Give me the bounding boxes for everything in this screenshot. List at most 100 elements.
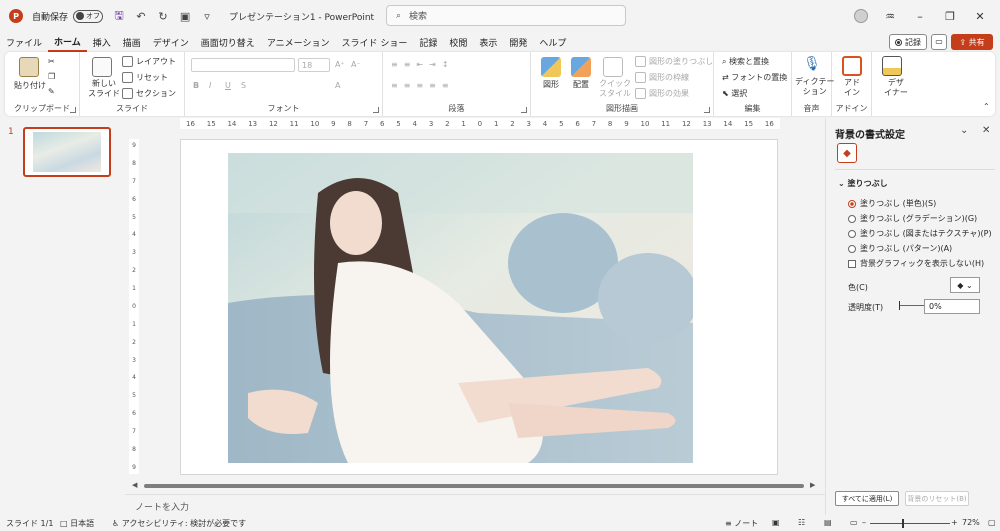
restore-icon[interactable]: ❐	[935, 10, 965, 23]
fill-pattern-option[interactable]: 塗りつぶし (パターン)(A)	[848, 243, 952, 254]
paragraph-launcher-icon[interactable]	[521, 107, 527, 113]
shape-fill-button[interactable]: 図形の塗りつぶし	[635, 56, 713, 67]
radio-gradient[interactable]	[848, 214, 856, 223]
apply-all-button[interactable]: すべてに適用(L)	[835, 491, 899, 506]
redo-icon[interactable]: ↻	[157, 10, 169, 23]
fit-slide-icon[interactable]: ▢	[988, 518, 996, 527]
tab-insert[interactable]: 挿入	[87, 32, 117, 52]
reset-background-button[interactable]: 背景のリセット(B)	[905, 491, 969, 506]
microphone-icon[interactable]: 🎙	[802, 56, 822, 76]
new-slide-button[interactable]: 新しい スライド	[88, 79, 120, 99]
replace-font-button[interactable]: ⇄ フォントの置換	[722, 72, 787, 83]
cut-icon[interactable]: ✂	[48, 57, 55, 66]
scroll-right-icon[interactable]: ▶	[810, 481, 815, 489]
tab-file[interactable]: ファイル	[0, 32, 48, 52]
radio-pattern[interactable]	[848, 244, 856, 253]
shrink-font-icon[interactable]: A⁻	[351, 60, 361, 69]
language-indicator[interactable]: □ 日本語	[60, 518, 94, 529]
zoom-level[interactable]: 72%	[962, 518, 980, 527]
font-name-combo[interactable]	[191, 58, 295, 72]
shape-effects-button[interactable]: 図形の効果	[635, 88, 689, 99]
scroll-thumb[interactable]	[144, 484, 804, 488]
fill-picture-option[interactable]: 塗りつぶし (図またはテクスチャ)(P)	[848, 228, 992, 239]
bold-button[interactable]: B	[193, 81, 199, 90]
strikethrough-button[interactable]: S	[241, 81, 246, 90]
sorter-view-icon[interactable]: ☷	[798, 518, 805, 527]
copy-icon[interactable]: ❐	[48, 72, 55, 81]
undo-icon[interactable]: ↶	[135, 10, 147, 23]
slide-canvas[interactable]	[180, 139, 778, 475]
close-icon[interactable]: ✕	[965, 10, 995, 23]
zoom-out-icon[interactable]: –	[862, 518, 866, 527]
zoom-in-icon[interactable]: +	[951, 518, 958, 527]
pane-close-icon[interactable]: ✕	[982, 125, 990, 136]
underline-button[interactable]: U	[225, 81, 231, 90]
minimize-icon[interactable]: –	[905, 10, 935, 23]
tab-developer[interactable]: 開発	[503, 32, 533, 52]
layout-button[interactable]: レイアウト	[122, 56, 176, 67]
reset-button[interactable]: リセット	[122, 72, 168, 83]
format-painter-icon[interactable]: ✎	[48, 87, 55, 96]
font-launcher-icon[interactable]	[373, 107, 379, 113]
tab-view[interactable]: 表示	[473, 32, 503, 52]
quick-styles-icon[interactable]	[603, 57, 623, 77]
lightbulb-icon[interactable]: ♒	[875, 10, 905, 23]
paste-icon[interactable]	[19, 57, 39, 77]
tab-help[interactable]: ヘルプ	[533, 32, 572, 52]
search-input[interactable]: ⌕ 検索	[386, 5, 626, 26]
clipboard-launcher-icon[interactable]	[70, 107, 76, 113]
scroll-left-icon[interactable]: ◀	[132, 481, 137, 489]
tab-slideshow[interactable]: スライド ショー	[335, 32, 413, 52]
comment-button[interactable]: ▭	[931, 34, 947, 50]
addins-icon[interactable]	[842, 56, 862, 76]
radio-picture[interactable]	[848, 229, 856, 238]
pane-options-icon[interactable]: ⌄	[960, 125, 968, 136]
arrange-icon[interactable]	[571, 57, 591, 77]
slideshow-view-icon[interactable]: ▭	[850, 518, 858, 527]
accessibility-indicator[interactable]: ♿ アクセシビリティ: 検討が必要です	[112, 518, 246, 529]
customize-icon[interactable]: ▿	[201, 10, 213, 23]
radio-solid[interactable]	[848, 199, 856, 208]
slide-thumbnail[interactable]	[23, 127, 111, 177]
fill-tab-icon[interactable]: ◆	[837, 143, 857, 163]
align-icon[interactable]: ≡≡≡≡≡	[391, 81, 455, 90]
drawing-launcher-icon[interactable]	[704, 107, 710, 113]
reading-view-icon[interactable]: ▤	[824, 518, 832, 527]
italic-button[interactable]: I	[209, 81, 211, 90]
avatar[interactable]	[854, 9, 868, 23]
bullets-icon[interactable]: ≡≡⇤⇥↕	[391, 60, 455, 69]
transparency-input[interactable]: 0%	[924, 299, 980, 314]
present-icon[interactable]: ▣	[179, 10, 191, 23]
hide-graphics-checkbox[interactable]	[848, 259, 856, 268]
tab-animations[interactable]: アニメーション	[261, 32, 336, 52]
slide-photo[interactable]	[228, 153, 693, 463]
notes-input[interactable]: ノートを入力	[125, 494, 825, 515]
tab-record[interactable]: 記録	[413, 32, 443, 52]
horizontal-scrollbar[interactable]: ◀ ▶	[130, 481, 818, 490]
normal-view-icon[interactable]: ▣	[772, 518, 780, 527]
grow-font-icon[interactable]: A⁺	[335, 60, 345, 69]
save-icon[interactable]: 🖫	[113, 7, 125, 26]
tab-review[interactable]: 校閲	[443, 32, 473, 52]
shapes-button[interactable]: 図形	[543, 79, 559, 90]
tab-transitions[interactable]: 画面切り替え	[195, 32, 261, 52]
hide-graphics-option[interactable]: 背景グラフィックを表示しない(H)	[848, 258, 984, 269]
font-size-combo[interactable]: 18	[298, 58, 330, 72]
fill-section-header[interactable]: ⌄ 塗りつぶし	[838, 178, 888, 189]
fill-solid-option[interactable]: 塗りつぶし (単色)(S)	[848, 198, 936, 209]
tab-home[interactable]: ホーム	[48, 32, 87, 52]
zoom-handle[interactable]	[902, 519, 904, 528]
select-button[interactable]: ⬉ 選択	[722, 88, 747, 99]
dictate-button[interactable]: ディクテー ション	[795, 77, 834, 97]
addins-button[interactable]: アド イン	[844, 78, 860, 98]
record-button[interactable]: 記録	[889, 34, 927, 50]
arrange-button[interactable]: 配置	[573, 79, 589, 90]
tab-design[interactable]: デザイン	[147, 32, 195, 52]
shapes-icon[interactable]	[541, 57, 561, 77]
designer-button[interactable]: デザ イナー	[884, 78, 908, 98]
slider-handle[interactable]	[899, 301, 900, 310]
designer-icon[interactable]	[882, 56, 902, 76]
share-button[interactable]: ⇪ 共有	[951, 34, 993, 50]
quick-styles-button[interactable]: クイック スタイル	[599, 79, 631, 99]
new-slide-icon[interactable]	[92, 57, 112, 77]
